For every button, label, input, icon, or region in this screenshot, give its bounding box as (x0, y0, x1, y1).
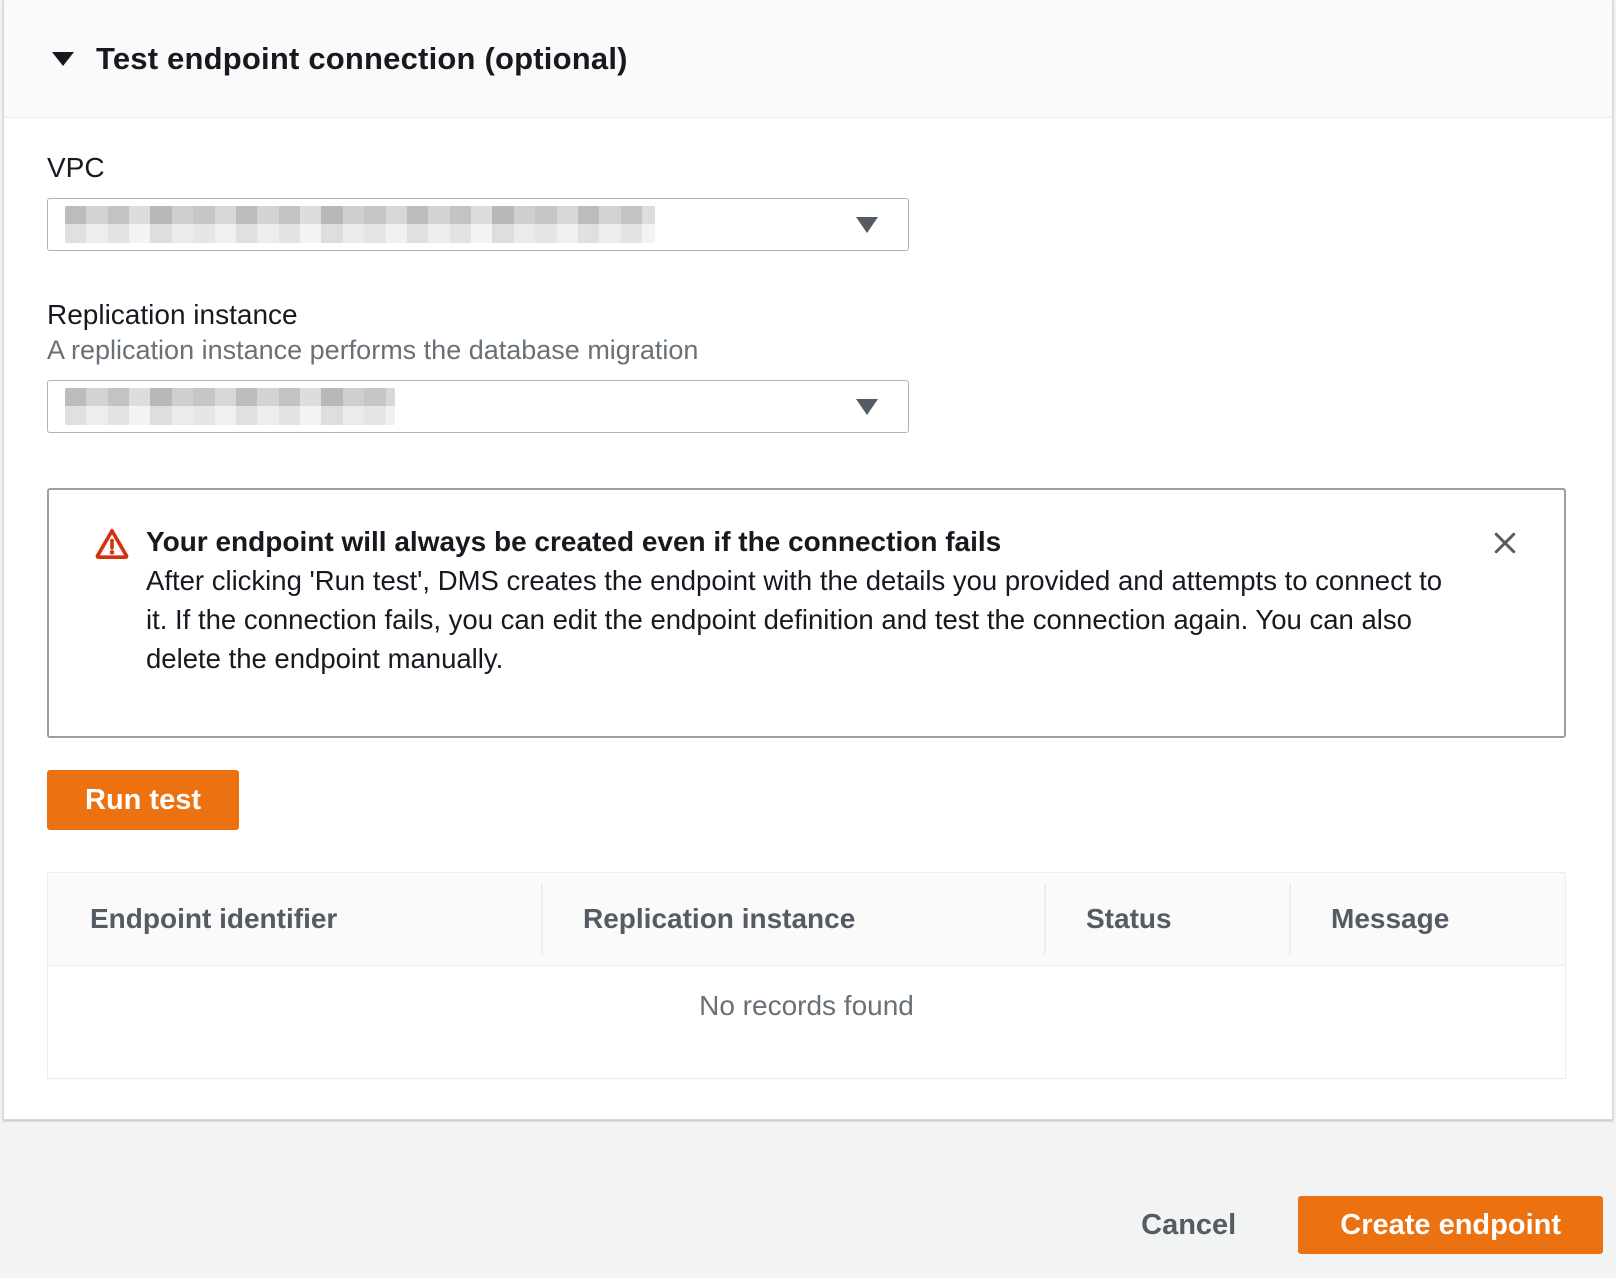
section-title: Test endpoint connection (optional) (96, 41, 628, 77)
test-endpoint-section: Test endpoint connection (optional) VPC … (3, 0, 1613, 1120)
collapse-triangle-icon (52, 52, 74, 66)
warning-text: Your endpoint will always be created eve… (146, 522, 1446, 678)
replication-instance-description: A replication instance performs the data… (47, 335, 1566, 366)
form-actions-footer: Cancel Create endpoint (0, 1120, 1616, 1278)
cancel-button[interactable]: Cancel (1141, 1209, 1236, 1242)
warning-title: Your endpoint will always be created eve… (146, 522, 1446, 561)
warning-alert: Your endpoint will always be created eve… (47, 488, 1566, 738)
table-body: No records found (48, 966, 1565, 1078)
vpc-select[interactable] (47, 198, 909, 251)
close-icon[interactable] (1486, 524, 1524, 562)
chevron-down-icon (856, 217, 878, 233)
table-header-row: Endpoint identifier Replication instance… (48, 873, 1565, 966)
vpc-field: VPC (47, 152, 1566, 251)
vpc-label: VPC (47, 152, 1566, 184)
column-header-replication-instance: Replication instance (541, 873, 1044, 965)
replication-instance-select[interactable] (47, 380, 909, 433)
replication-instance-label: Replication instance (47, 299, 1566, 331)
warning-triangle-icon (94, 526, 130, 562)
page: Test endpoint connection (optional) VPC … (0, 0, 1616, 1278)
replication-instance-selected-value-redacted (65, 388, 395, 425)
warning-body: After clicking 'Run test', DMS creates t… (146, 561, 1446, 678)
section-body: VPC Replication instance A replication i… (4, 118, 1612, 1119)
test-results-table: Endpoint identifier Replication instance… (47, 872, 1566, 1079)
column-header-message: Message (1289, 873, 1565, 965)
chevron-down-icon (856, 399, 878, 415)
empty-state-message: No records found (699, 990, 914, 1022)
section-header-toggle[interactable]: Test endpoint connection (optional) (4, 0, 1612, 118)
replication-instance-field: Replication instance A replication insta… (47, 299, 1566, 433)
column-header-status: Status (1044, 873, 1289, 965)
vpc-selected-value-redacted (65, 206, 655, 243)
run-test-button[interactable]: Run test (47, 770, 239, 830)
create-endpoint-button[interactable]: Create endpoint (1298, 1196, 1603, 1254)
column-header-endpoint-identifier: Endpoint identifier (48, 873, 541, 965)
